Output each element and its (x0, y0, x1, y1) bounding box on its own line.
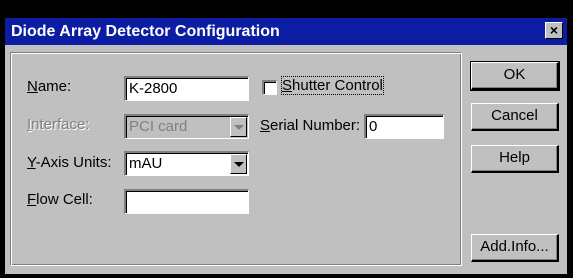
shutter-control-label[interactable]: Shutter Control (281, 76, 384, 95)
window-title: Diode Array Detector Configuration (11, 23, 280, 40)
close-icon: × (549, 22, 559, 38)
yaxis-dropdown-button[interactable] (230, 154, 247, 174)
interface-label: Interface: (27, 116, 90, 133)
name-input[interactable]: K-2800 (124, 76, 249, 101)
title-bar: Diode Array Detector Configuration × (5, 18, 567, 45)
close-button[interactable]: × (545, 22, 563, 39)
help-button[interactable]: Help (471, 145, 559, 173)
chevron-down-icon (234, 162, 244, 167)
name-label: Name: (27, 78, 72, 95)
yaxis-units-value: mAU (129, 155, 163, 172)
flow-cell-label: Flow Cell: (27, 191, 93, 208)
shutter-control-checkbox[interactable] (262, 80, 277, 95)
dialog-window: Diode Array Detector Configuration × Nam… (0, 0, 573, 278)
interface-combo[interactable]: PCI card (124, 114, 249, 139)
serial-number-input[interactable]: 0 (364, 114, 444, 139)
interface-value: PCI card (129, 118, 188, 135)
add-info-button[interactable]: Add.Info... (471, 234, 559, 262)
serial-number-label: Serial Number: (260, 117, 361, 134)
chevron-down-icon (234, 125, 244, 130)
ok-button[interactable]: OK (470, 61, 560, 91)
cancel-button[interactable]: Cancel (471, 103, 559, 131)
yaxis-units-label: Y-Axis Units: (27, 154, 112, 171)
flow-cell-input[interactable] (124, 189, 249, 214)
interface-dropdown-button[interactable] (230, 117, 247, 137)
yaxis-units-combo[interactable]: mAU (124, 151, 249, 176)
